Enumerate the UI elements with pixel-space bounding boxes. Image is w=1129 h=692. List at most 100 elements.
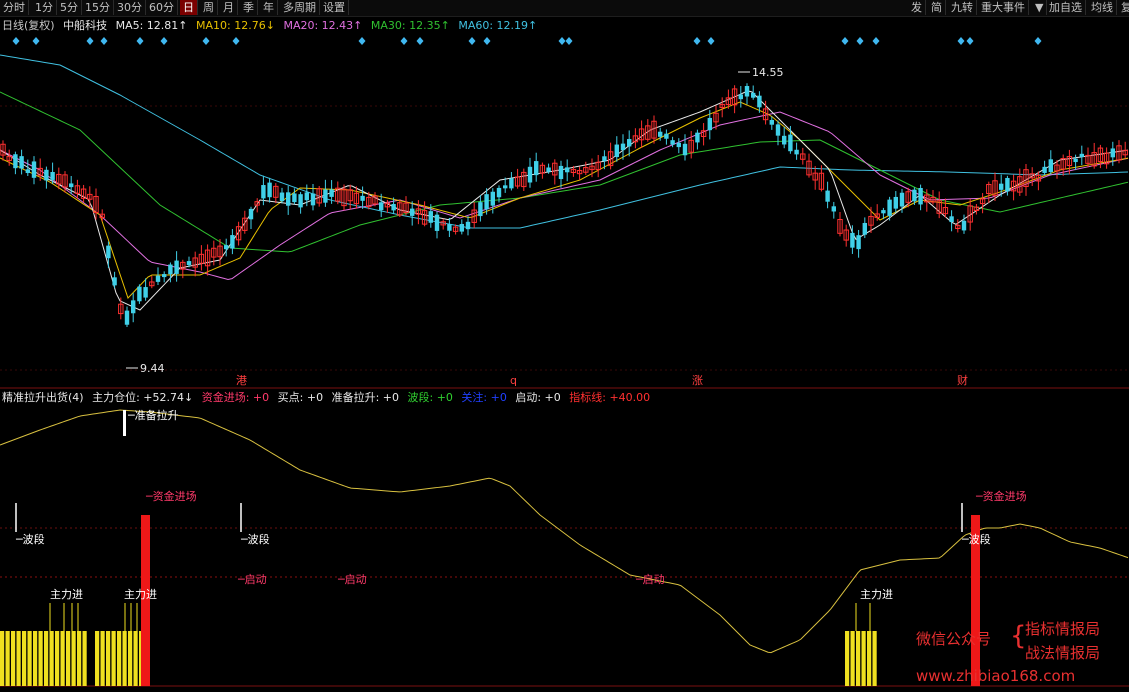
indicator-title[interactable]: 精准拉升出货(4)	[2, 391, 84, 404]
candle-body	[558, 165, 564, 180]
candle-body	[1042, 166, 1047, 173]
candle-body	[887, 199, 892, 216]
watermark-line2: 战法情报局	[1025, 644, 1101, 662]
candle-body	[949, 216, 954, 223]
candle-body	[1110, 148, 1115, 158]
candle-body	[1048, 159, 1053, 173]
main-force-bar	[0, 631, 5, 686]
signal-diamond-icon	[1034, 37, 1042, 45]
signal-diamond-icon	[86, 37, 94, 45]
main-force-bar	[856, 631, 861, 686]
main-force-bar	[11, 631, 16, 686]
candle-body	[379, 202, 384, 211]
signal-diamond-icon	[100, 37, 108, 45]
candle-body	[112, 277, 117, 286]
main-force-bar	[95, 631, 100, 686]
candle-body	[224, 245, 229, 250]
candle-body	[155, 275, 161, 282]
candle-body	[676, 142, 681, 148]
candle-body	[490, 191, 495, 206]
ma-legend: 日线(复权) 中船科技 MA5: 12.81↑ MA10: 12.76↓ MA2…	[2, 18, 542, 34]
chart-canvas[interactable]: 14.55 9.44 港 q 涨 财 ─准备拉升 ─资金进场 ─资金进场 ─波段 ─波段 ─波段 ─启动…	[0, 0, 1129, 692]
candle-body	[850, 232, 855, 248]
main-position-line	[0, 409, 1129, 654]
start-label: ─启动	[635, 573, 665, 586]
candle-body	[496, 187, 502, 198]
signal-diamond-icon	[483, 37, 491, 45]
candle-body	[565, 167, 570, 173]
event-marker-hk: 港	[236, 374, 247, 387]
candle-body	[546, 167, 551, 172]
candle-body	[509, 178, 514, 189]
main-force-bar	[117, 631, 122, 686]
indicator-line: 指标线: +40.00	[569, 391, 651, 404]
candle-body	[162, 274, 167, 278]
candle-body	[267, 182, 272, 198]
candle-body	[168, 264, 173, 275]
signal-diamond-icon	[707, 37, 715, 45]
candle-body	[658, 131, 663, 137]
signal-diamond-icon	[32, 37, 40, 45]
candle-body	[310, 193, 316, 206]
wave-label: ─波段	[961, 532, 991, 546]
capital-in-label: ─资金进场	[975, 489, 1027, 503]
capital-in-label: ─资金进场	[145, 489, 197, 503]
main-force-bar	[22, 631, 27, 686]
main-force-bar	[872, 631, 877, 686]
candle-body	[323, 189, 328, 203]
signal-diamond-icon	[202, 37, 210, 45]
main-force-in-label: 主力进	[860, 588, 893, 601]
candle-body	[13, 154, 18, 169]
candle-body	[757, 95, 762, 108]
event-marker-rise: 涨	[692, 374, 703, 387]
candle-body	[503, 185, 508, 189]
main-force-bar	[60, 631, 65, 686]
ready-rise-label: ─准备拉升	[127, 408, 179, 422]
candle-body	[614, 144, 619, 157]
signal-diamond-icon	[966, 37, 974, 45]
candle-body	[69, 183, 74, 188]
watermark-wechat: 微信公众号	[916, 630, 992, 648]
signal-diamond-icon	[358, 37, 366, 45]
main-force-in-label: 主力进	[124, 588, 157, 601]
candle-body	[794, 149, 799, 155]
candle-body	[738, 94, 743, 100]
indicator-buy-point: 买点: +0	[277, 391, 324, 404]
main-force-bar	[82, 631, 87, 686]
indicator-capital-in: 资金进场: +0	[201, 391, 270, 404]
candle-body	[602, 156, 607, 162]
candle-body	[304, 192, 309, 201]
signal-diamond-icon	[12, 37, 20, 45]
candle-body	[261, 185, 266, 199]
ma30-value: MA30: 12.35↑	[370, 19, 450, 32]
ready-rise-marker	[123, 410, 126, 436]
candle-body	[143, 287, 148, 298]
candle-body	[137, 286, 142, 302]
main-force-bar	[49, 631, 54, 686]
signal-diamond-icon	[856, 37, 864, 45]
candle-body	[329, 189, 334, 197]
candle-body	[391, 204, 396, 211]
candle-body	[527, 166, 533, 183]
candle-body	[360, 195, 365, 201]
main-force-bar	[27, 631, 32, 686]
candle-body	[124, 310, 130, 325]
ma5-value: MA5: 12.81↑	[115, 19, 188, 32]
main-force-bar	[77, 631, 82, 686]
ma60-value: MA60: 12.19↑	[458, 19, 538, 32]
main-force-bar	[133, 631, 138, 686]
signal-diamond-icon	[232, 37, 240, 45]
candle-body	[782, 135, 787, 145]
candle-body	[131, 300, 136, 314]
candle-body	[999, 183, 1004, 190]
candle-body	[434, 214, 440, 231]
candle-body	[695, 132, 700, 143]
indicator-watch: 关注: +0	[461, 391, 507, 404]
candle-body	[410, 208, 415, 216]
start-label: ─启动	[237, 573, 267, 586]
candle-body	[298, 194, 303, 208]
signal-diamond-icon	[468, 37, 476, 45]
candle-body	[459, 223, 464, 232]
ma20-line	[0, 111, 1129, 280]
candle-body	[627, 139, 632, 147]
